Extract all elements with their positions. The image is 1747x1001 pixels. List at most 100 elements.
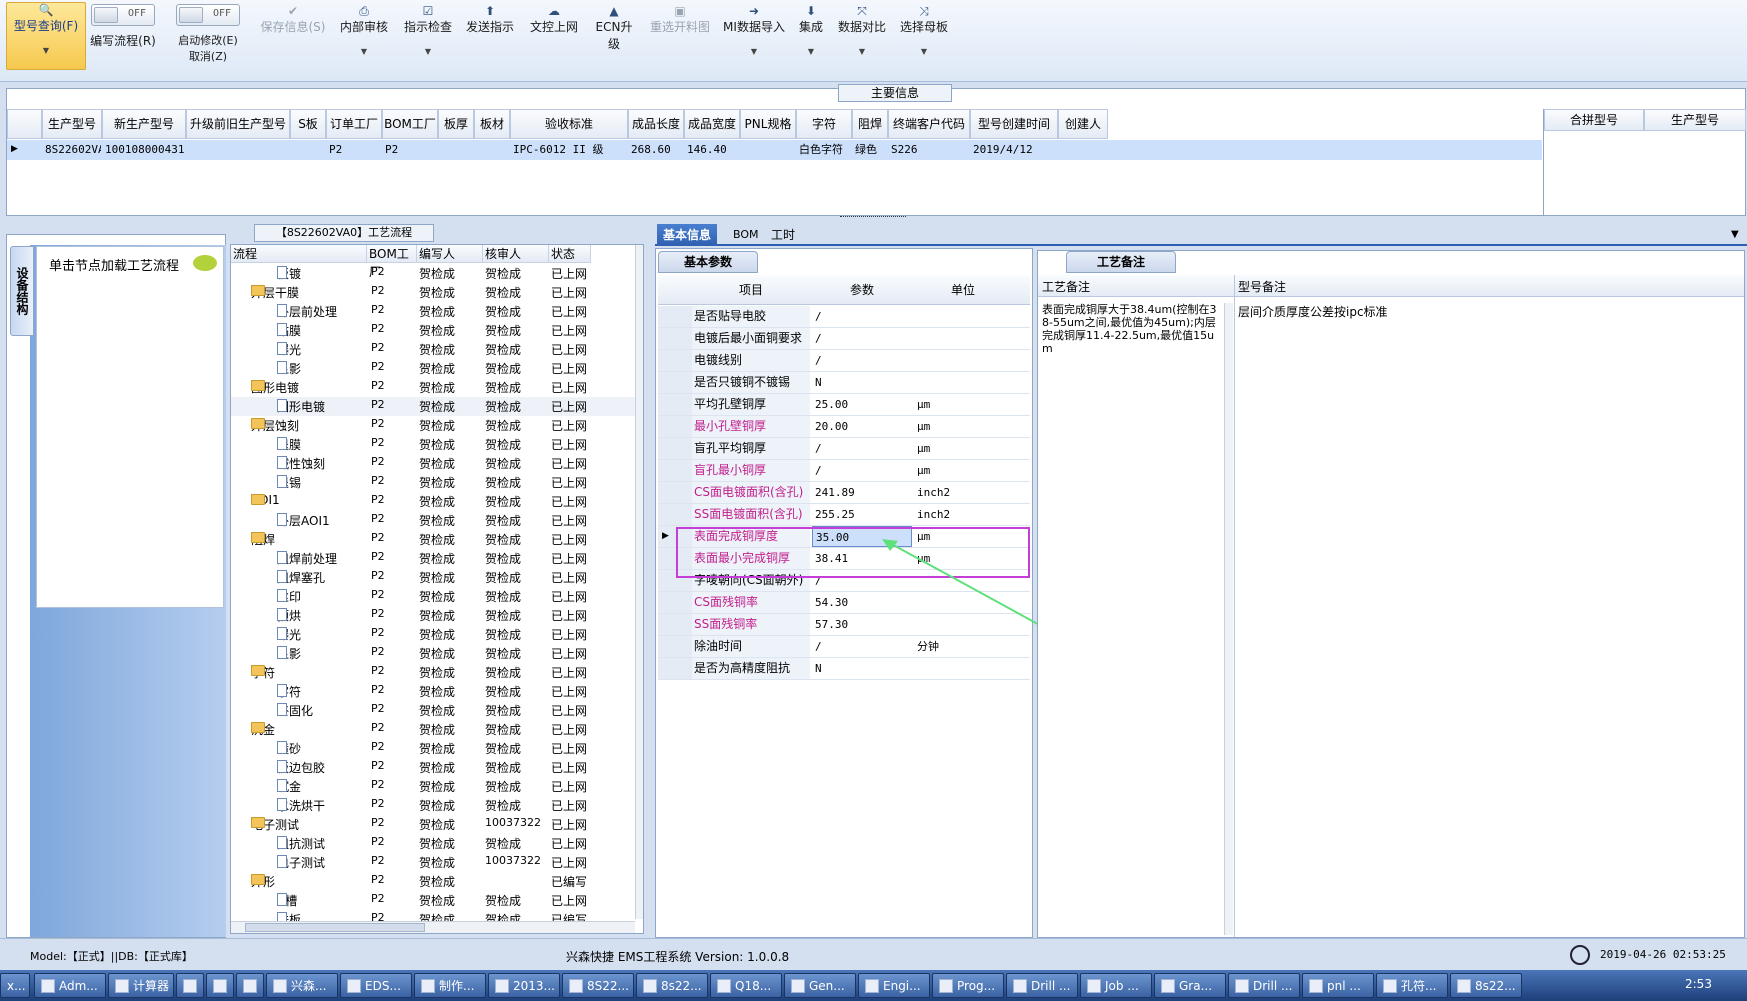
tree-col-1[interactable]: BOM工厂: [367, 245, 417, 279]
main-col-4[interactable]: 订单工厂: [326, 109, 382, 139]
ecn-upgrade-button[interactable]: ▲ ECN升级: [590, 4, 638, 52]
main-col-15[interactable]: 型号创建时间: [970, 109, 1058, 139]
model-query-button[interactable]: 🔍 型号查询(F) ▼: [6, 2, 86, 70]
reselect-cutting-button[interactable]: ▣ 重选开料图: [648, 4, 712, 35]
main-cell-7[interactable]: [477, 140, 509, 160]
tree-node-label[interactable]: −电子测试: [251, 816, 299, 833]
main-col-16[interactable]: 创建人: [1058, 109, 1108, 139]
tree-node-label[interactable]: 水洗烘干: [277, 797, 325, 814]
load-flow-list[interactable]: 单击节点加载工艺流程: [36, 246, 224, 608]
tree-row[interactable]: −外层蚀刻 P2 贺检成 贺检成 已上网: [231, 416, 635, 435]
taskbar-item[interactable]: 制作...: [414, 973, 486, 998]
device-structure-tab[interactable]: 设备结构: [10, 246, 34, 336]
tree-node-label[interactable]: 终固化: [277, 702, 313, 719]
tree-node-label[interactable]: −外形: [251, 873, 275, 890]
taskbar-item[interactable]: 兴森...: [266, 973, 338, 998]
tree-col-3[interactable]: 核审人: [483, 245, 549, 263]
write-flow-control[interactable]: OFF 编写流程(R): [88, 4, 158, 49]
tree-row[interactable]: 碱性蚀刻 P2 贺检成 贺检成 已上网: [231, 454, 635, 473]
tree-col-0[interactable]: 流程: [231, 245, 367, 263]
tree-vertical-scrollbar[interactable]: [635, 245, 643, 919]
tree-row[interactable]: 显影 P2 贺检成 贺检成 已上网: [231, 644, 635, 663]
tree-col-2[interactable]: 编写人: [417, 245, 483, 263]
process-note-text[interactable]: 表面完成铜厚大于38.4um(控制在38-55um之间,最优值为45um);内层…: [1042, 303, 1218, 355]
tree-row[interactable]: −沉金 P2 贺检成 贺检成 已上网: [231, 720, 635, 739]
taskbar-item[interactable]: Engi...: [858, 973, 930, 998]
main-cell-3[interactable]: [293, 140, 325, 160]
main-col-14[interactable]: 终端客户代码: [888, 109, 970, 139]
tree-node-label[interactable]: 阻焊前处理: [277, 550, 337, 567]
tree-node-label[interactable]: 板镀: [277, 265, 301, 282]
tree-node-label[interactable]: −字符: [251, 664, 275, 681]
tree-row[interactable]: 板边包胶 P2 贺检成 贺检成 已上网: [231, 758, 635, 777]
param-row[interactable]: 最小孔壁铜厚 20.00 μm: [658, 416, 1030, 438]
param-row[interactable]: 电镀线别 /: [658, 350, 1030, 372]
select-master-button[interactable]: ⤨ 选择母板 ▼: [898, 4, 950, 56]
write-flow-toggle[interactable]: OFF: [91, 4, 155, 26]
tree-row[interactable]: 终固化 P2 贺检成 贺检成 已上网: [231, 701, 635, 720]
tree-row[interactable]: 阻抗测试 P2 贺检成 贺检成 已上网: [231, 834, 635, 853]
param-value[interactable]: /: [812, 306, 912, 327]
param-row[interactable]: 盲孔平均铜厚 / μm: [658, 438, 1030, 460]
main-col-5[interactable]: BOM工厂: [382, 109, 438, 139]
tree-row[interactable]: −外形 P2 贺检成 已编写: [231, 872, 635, 891]
tree-row[interactable]: −外层干膜 P2 贺检成 贺检成 已上网: [231, 283, 635, 302]
main-col-13[interactable]: 阻焊: [852, 109, 888, 139]
integrate-button[interactable]: ⬇ 集成 ▼: [796, 4, 826, 56]
splitter-handle[interactable]: [840, 216, 906, 222]
taskbar-item[interactable]: Gen...: [784, 973, 856, 998]
param-value[interactable]: 20.00: [812, 416, 912, 437]
tree-node-label[interactable]: 图形电镀: [277, 398, 325, 415]
main-col-6[interactable]: 板厚: [438, 109, 474, 139]
taskbar-item[interactable]: [176, 973, 204, 998]
tree-node-label[interactable]: 字符: [277, 683, 301, 700]
taskbar-item[interactable]: pnl ...: [1302, 973, 1374, 998]
param-value[interactable]: N: [812, 372, 912, 393]
tree-node-label[interactable]: 板边包胶: [277, 759, 325, 776]
main-col-11[interactable]: PNL规格: [740, 109, 796, 139]
tree-node-label[interactable]: 退膜: [277, 436, 301, 453]
param-row[interactable]: 平均孔壁铜厚 25.00 μm: [658, 394, 1030, 416]
main-col-9[interactable]: 成品长度: [628, 109, 684, 139]
tree-row[interactable]: −阻焊 P2 贺检成 贺检成 已上网: [231, 530, 635, 549]
tree-row[interactable]: 阻焊前处理 P2 贺检成 贺检成 已上网: [231, 549, 635, 568]
tree-row[interactable]: 预烘 P2 贺检成 贺检成 已上网: [231, 606, 635, 625]
process-notes-tab[interactable]: 工艺备注: [1066, 251, 1176, 273]
main-col-0[interactable]: 生产型号: [42, 109, 102, 139]
tree-row[interactable]: −字符 P2 贺检成 贺检成 已上网: [231, 663, 635, 682]
param-value[interactable]: 241.89: [812, 482, 912, 503]
taskbar-item[interactable]: Drill ...: [1006, 973, 1078, 998]
tree-node-label[interactable]: 显影: [277, 360, 301, 377]
main-cell-15[interactable]: 2019/4/12: [973, 140, 1057, 160]
param-value[interactable]: /: [812, 350, 912, 371]
taskbar-item[interactable]: [206, 973, 234, 998]
tree-node-label[interactable]: 电子测试: [277, 854, 325, 871]
param-row[interactable]: SS面电镀面积(含孔) 255.25 inch2: [658, 504, 1030, 526]
main-cell-16[interactable]: [1061, 140, 1107, 160]
main-cell-11[interactable]: [743, 140, 795, 160]
instruction-check-button[interactable]: ☑ 指示检查 ▼: [402, 4, 454, 56]
tree-row[interactable]: 曝光 P2 贺检成 贺检成 已上网: [231, 340, 635, 359]
tree-row[interactable]: 电子测试 P2 贺检成 10037322 已上网: [231, 853, 635, 872]
basic-params-tab[interactable]: 基本参数: [658, 251, 758, 273]
main-col-8[interactable]: 验收标准: [510, 109, 628, 139]
param-row[interactable]: 电镀后最小面铜要求 /: [658, 328, 1030, 350]
taskbar-item[interactable]: 8S22...: [562, 973, 634, 998]
upload-online-button[interactable]: ☁ 文控上网: [528, 4, 580, 35]
tree-node-label[interactable]: 阻焊塞孔: [277, 569, 325, 586]
main-cell-6[interactable]: [441, 140, 473, 160]
tree-node-label[interactable]: 显影: [277, 645, 301, 662]
taskbar-item[interactable]: Q18...: [710, 973, 782, 998]
tree-node-label[interactable]: 喷砂: [277, 740, 301, 757]
main-col-12[interactable]: 字符: [796, 109, 852, 139]
tree-row[interactable]: V槽 P2 贺检成 贺检成 已上网: [231, 891, 635, 910]
merge-model-grid[interactable]: 合拼型号 生产型号: [1543, 109, 1746, 215]
send-instruction-button[interactable]: ⬆ 发送指示: [464, 4, 516, 35]
tree-node-label[interactable]: 预烘: [277, 607, 301, 624]
tree-node-label[interactable]: 沉金: [277, 778, 301, 795]
tab-basic-info[interactable]: 基本信息: [657, 224, 718, 246]
notes-scrollbar[interactable]: [1224, 303, 1233, 935]
main-col-7[interactable]: 板材: [474, 109, 510, 139]
main-cell-13[interactable]: 绿色: [855, 140, 887, 160]
cancel-button[interactable]: 取消(Z): [172, 48, 244, 64]
